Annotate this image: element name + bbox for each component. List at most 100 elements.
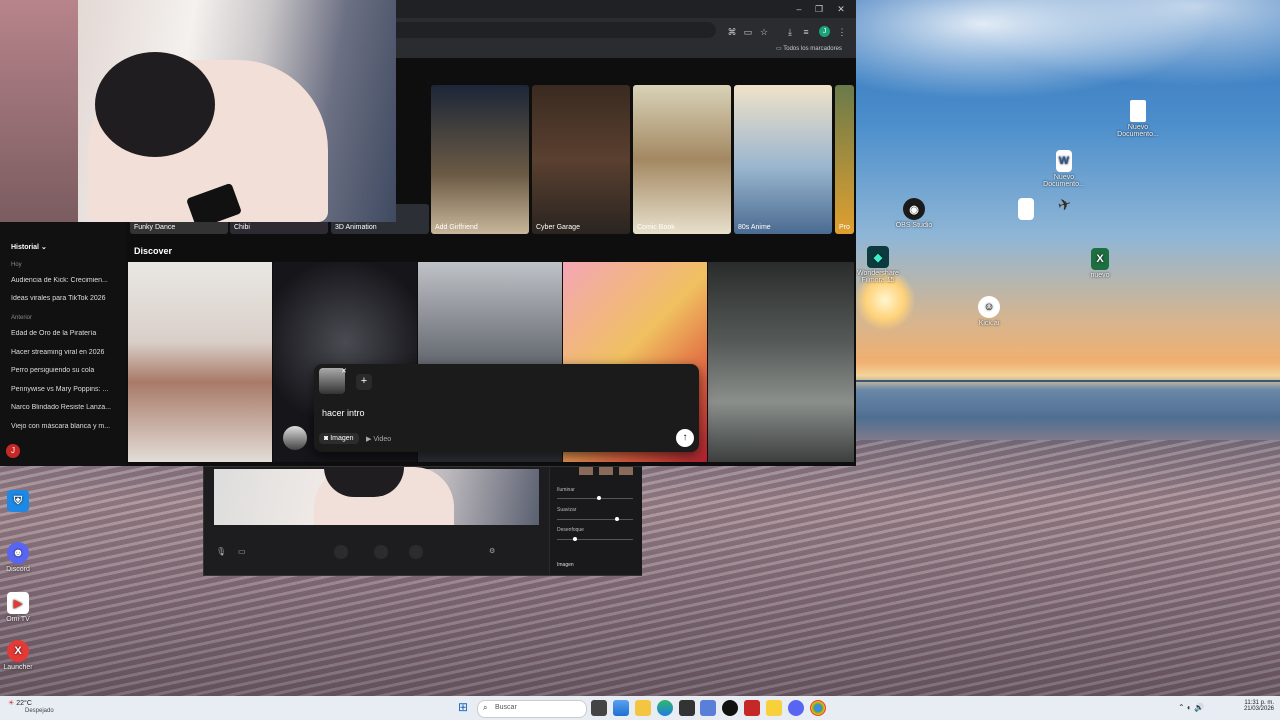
desktop-icon-obs[interactable]: ◉ OBS Studio [886, 198, 942, 229]
taskbar-clock[interactable]: 11:31 p. m. 21/03/2026 [1238, 700, 1274, 712]
chrome-icon[interactable] [810, 700, 826, 716]
style-label: 3D Animation [335, 224, 377, 231]
windows-start-icon[interactable]: ⊞ [456, 700, 470, 714]
style-card[interactable]: Comic Book [633, 85, 731, 234]
desktop-icon-label: Launcher [3, 664, 33, 671]
word-doc-icon: W [1056, 150, 1072, 172]
history-item[interactable]: Perro persiguiendo su cola [11, 367, 121, 374]
desktop-icon-omitv[interactable]: ▶ Omi TV [0, 592, 46, 623]
edge-icon[interactable] [657, 700, 673, 716]
add-attachment-button[interactable]: + [356, 374, 372, 390]
desktop-icon-document[interactable]: Nuevo Documento... [1110, 100, 1166, 138]
desktop-icon-excel[interactable]: X nuevo [1072, 248, 1128, 279]
history-item[interactable]: Narco Blindado Resiste Lanza... [11, 404, 121, 411]
slider-label: Desenfoque [557, 527, 584, 533]
taskbar-search[interactable]: ⌕ Buscar [477, 700, 587, 718]
store-icon[interactable] [700, 700, 716, 716]
settings-icon[interactable]: ⚙ [489, 547, 495, 555]
desktop-icon-kick[interactable]: ☺ Kick.ai [961, 296, 1017, 327]
restore-icon[interactable]: ❐ [813, 3, 825, 15]
excel-icon: X [1091, 248, 1109, 270]
filter-thumb[interactable] [579, 467, 593, 475]
history-item[interactable]: Edad de Oro de la Piratería [11, 330, 121, 337]
app-icon[interactable] [744, 700, 760, 716]
translate-icon[interactable]: ⌘ [726, 26, 738, 38]
style-label: Comic Book [637, 224, 675, 231]
history-item[interactable]: Audiencia de Kick: Crecimien... [11, 277, 121, 284]
desktop-icon-document-2[interactable] [998, 198, 1054, 222]
cast-icon[interactable]: ▭ [742, 26, 754, 38]
terminal-icon[interactable] [679, 700, 695, 716]
user-thumbnail[interactable] [283, 426, 307, 450]
menu-icon[interactable]: ⋮ [836, 26, 848, 38]
file-explorer-icon[interactable] [635, 700, 651, 716]
camera-icon[interactable]: ▭ [238, 547, 246, 556]
obs-tool-button[interactable] [409, 545, 423, 559]
style-label: 80s Anime [738, 224, 771, 231]
obs-tool-button[interactable] [334, 545, 348, 559]
filter-thumb[interactable] [599, 467, 613, 475]
weather-icon: ☀ [8, 700, 15, 707]
style-label: Add Girlfriend [435, 224, 478, 231]
download-icon[interactable]: ⤓ [784, 26, 796, 38]
slider-thumb[interactable] [597, 496, 601, 500]
all-bookmarks[interactable]: ▭ Todos los marcadores [776, 45, 842, 52]
slider-thumb[interactable] [573, 537, 577, 541]
history-item[interactable]: Viejo con máscara blanca y m... [11, 423, 121, 430]
wallpaper-horizon [855, 380, 1280, 382]
history-item[interactable]: Ideas virales para TikTok 2026 [11, 295, 121, 302]
profile-avatar[interactable]: J [819, 26, 830, 37]
mic-icon[interactable]: 🎙 [216, 547, 226, 556]
desktop-icon-filmora[interactable]: ◆ Wondershare Filmora 15 [850, 246, 906, 284]
obs-tool-button[interactable] [374, 545, 388, 559]
obs-effects-panel [549, 467, 642, 575]
search-icon: ⌕ [483, 703, 488, 712]
close-icon[interactable]: ✕ [835, 3, 847, 15]
slider-thumb[interactable] [615, 517, 619, 521]
tray-icons[interactable]: ⌃ ◐ 🔊 [1178, 703, 1204, 712]
slider-label: Iluminar [557, 487, 575, 493]
image-mode-tab[interactable]: ◙ Imagen [319, 433, 359, 444]
webcam-hair [95, 52, 215, 157]
style-card[interactable]: 80s Anime [734, 85, 832, 234]
browser-titlebar [396, 0, 856, 18]
remove-attachment-icon[interactable]: ✕ [341, 367, 347, 375]
desktop-icon-word-doc[interactable]: W Nuevo Documento... [1036, 150, 1092, 188]
desktop-icon-label: Nuevo Documento... [1117, 124, 1159, 138]
task-view-icon[interactable] [591, 700, 607, 716]
address-bar[interactable] [396, 22, 716, 38]
discover-tile[interactable] [708, 262, 854, 462]
style-card[interactable]: Cyber Garage [532, 85, 630, 234]
video-mode-tab[interactable]: ▶ Video [366, 435, 391, 443]
obs-taskbar-icon[interactable] [722, 700, 738, 716]
desktop-icon-launcher[interactable]: X Launcher [0, 640, 46, 671]
discord-taskbar-icon[interactable] [788, 700, 804, 716]
user-avatar[interactable]: J [6, 444, 20, 458]
webcam-closet [0, 0, 78, 222]
desktop-icon-discord[interactable]: ☻ Discord [0, 542, 46, 573]
slider-desenfoque[interactable] [557, 539, 633, 540]
style-card[interactable]: Add Girlfriend [431, 85, 529, 234]
desktop-icon-app[interactable]: ⛨ [0, 490, 46, 514]
clock-date: 21/03/2026 [1243, 706, 1274, 712]
history-item[interactable]: Pennywise vs Mary Poppins: ... [11, 386, 121, 393]
weather-widget[interactable]: ☀ 22°C [8, 699, 32, 707]
slider-suavizar[interactable] [557, 519, 633, 520]
shield-icon: ⛨ [7, 490, 29, 512]
media-icon[interactable]: ≡ [800, 26, 812, 38]
star-icon[interactable]: ☆ [758, 26, 770, 38]
filter-thumb[interactable] [619, 467, 633, 475]
prompt-input[interactable]: hacer intro [322, 408, 365, 418]
discover-tile[interactable] [128, 262, 272, 462]
arrow-up-icon: ↑ [682, 432, 688, 443]
discover-heading: Discover [134, 246, 173, 256]
app-icon[interactable] [766, 700, 782, 716]
widgets-icon[interactable] [613, 700, 629, 716]
history-item[interactable]: Hacer streaming viral en 2026 [11, 349, 121, 356]
slider-iluminar[interactable] [557, 498, 633, 499]
history-heading[interactable]: Historial ⌄ [11, 243, 47, 251]
submit-button[interactable]: ↑ [676, 429, 694, 447]
minimize-icon[interactable]: – [793, 3, 805, 15]
document-icon [1018, 198, 1034, 220]
style-card[interactable]: Pro [835, 85, 854, 234]
